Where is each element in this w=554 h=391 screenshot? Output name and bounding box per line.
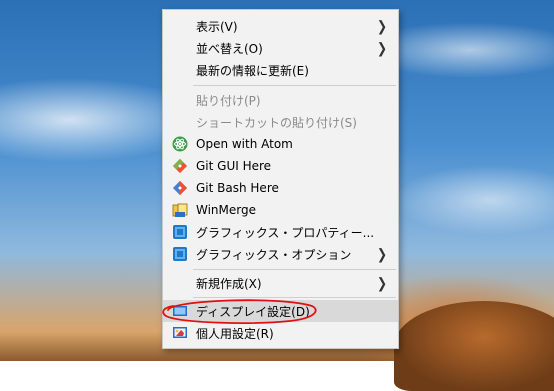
menu-item-label: 並べ替え(O) [196,41,263,56]
menu-item-paste-shortcut: ショートカットの貼り付け(S) [163,111,398,133]
menu-item-graphics-options[interactable]: グラフィックス・オプション ❯ [163,243,398,265]
desktop-context-menu: 表示(V) ❯ 並べ替え(O) ❯ 最新の情報に更新(E) 貼り付け(P) ショ… [162,9,399,349]
menu-item-view[interactable]: 表示(V) ❯ [163,15,398,37]
submenu-arrow-icon: ❯ [376,274,387,292]
personalize-icon [172,325,188,341]
winmerge-icon [172,202,188,218]
menu-item-label: グラフィックス・プロパティー... [196,225,375,240]
intel-graphics-icon [172,246,188,262]
menu-item-label: 最新の情報に更新(E) [196,63,309,78]
menu-item-label: 表示(V) [196,19,238,34]
intel-graphics-icon [172,224,188,240]
menu-item-personalize[interactable]: 個人用設定(R) [163,322,398,344]
menu-item-label: ディスプレイ設定(D) [196,304,310,319]
menu-item-label: 貼り付け(P) [196,93,261,108]
menu-item-label: 新規作成(X) [196,276,262,291]
atom-icon [172,136,188,152]
menu-item-git-gui[interactable]: Git GUI Here [163,155,398,177]
submenu-arrow-icon: ❯ [376,39,387,57]
display-monitor-icon [172,303,188,319]
menu-item-label: Git Bash Here [196,181,279,195]
git-bash-icon [172,180,188,196]
menu-item-label: 個人用設定(R) [196,326,274,341]
menu-item-label: ショートカットの貼り付け(S) [196,115,357,130]
menu-separator [193,85,396,86]
menu-item-winmerge[interactable]: WinMerge [163,199,398,221]
menu-item-open-with-atom[interactable]: Open with Atom [163,133,398,155]
submenu-arrow-icon: ❯ [376,17,387,35]
menu-item-sort[interactable]: 並べ替え(O) ❯ [163,37,398,59]
menu-item-git-bash[interactable]: Git Bash Here [163,177,398,199]
menu-item-label: Git GUI Here [196,159,272,173]
menu-item-graphics-properties[interactable]: グラフィックス・プロパティー... [163,221,398,243]
submenu-arrow-icon: ❯ [376,245,387,263]
menu-item-label: Open with Atom [196,137,293,151]
menu-item-paste: 貼り付け(P) [163,89,398,111]
menu-item-new[interactable]: 新規作成(X) ❯ [163,272,398,294]
menu-separator [193,269,396,270]
menu-item-display-settings[interactable]: ディスプレイ設定(D) [163,300,398,322]
menu-item-refresh[interactable]: 最新の情報に更新(E) [163,59,398,81]
menu-separator [193,297,396,298]
menu-item-label: WinMerge [196,203,256,217]
rock-formation [394,301,554,391]
git-gui-icon [172,158,188,174]
menu-item-label: グラフィックス・オプション [196,247,352,262]
